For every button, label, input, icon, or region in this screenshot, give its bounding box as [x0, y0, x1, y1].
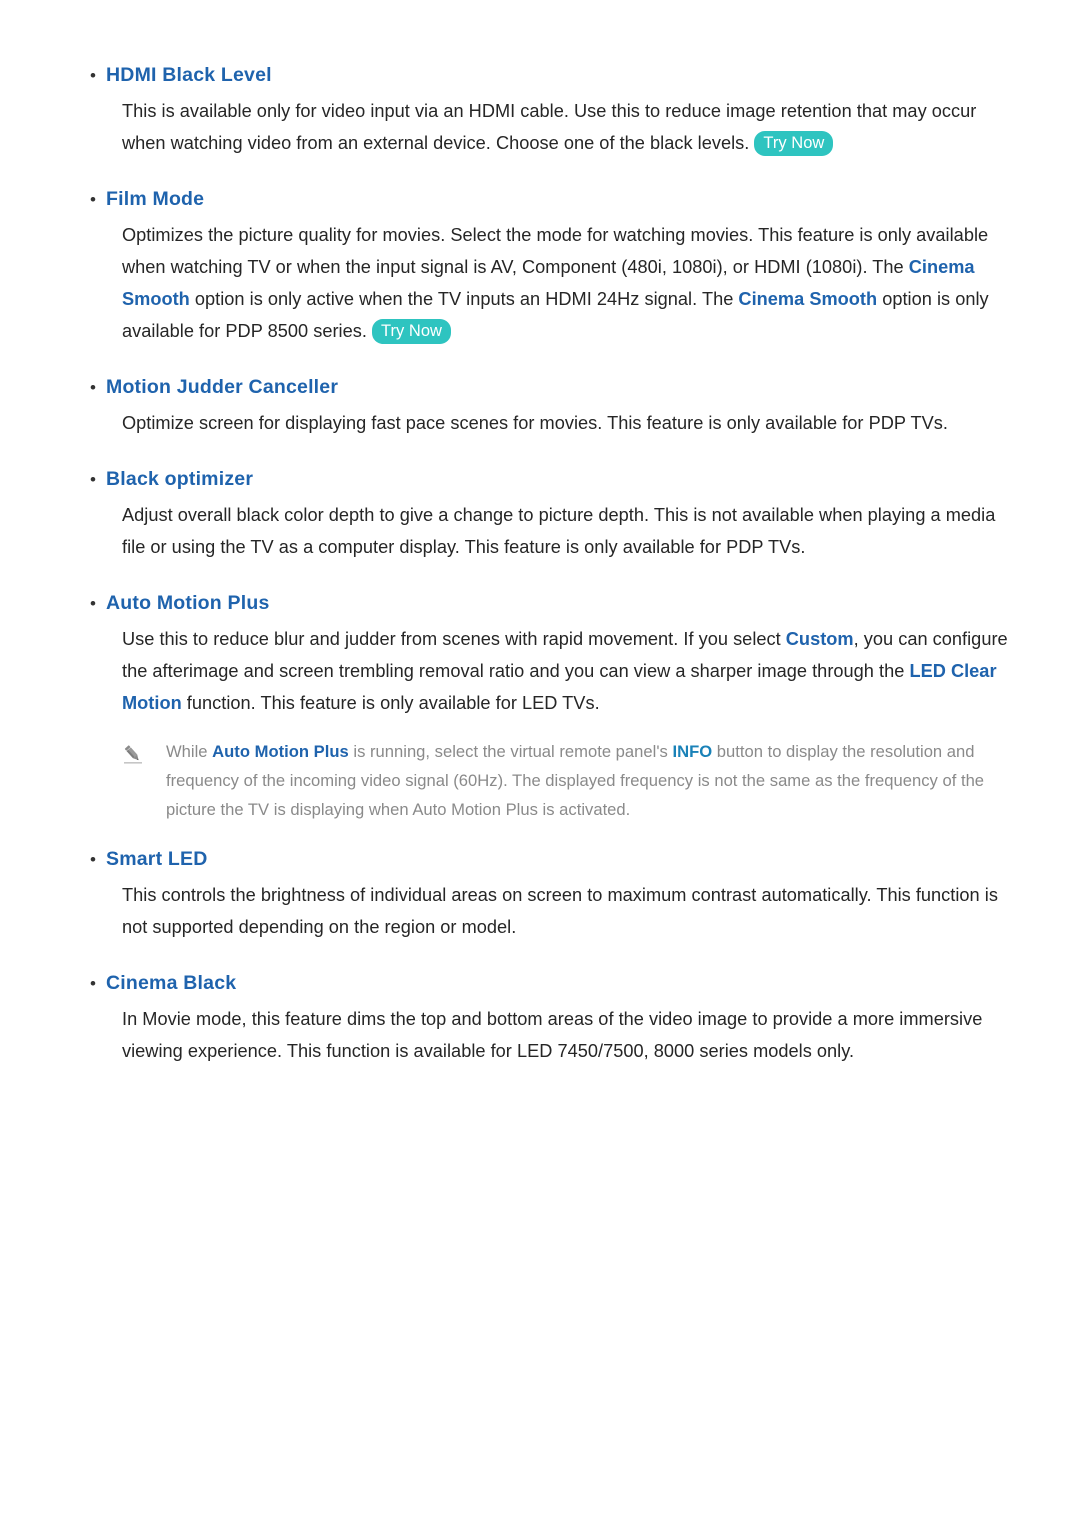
heading-row: • Cinema Black	[88, 970, 1022, 997]
try-now-badge[interactable]: Try Now	[372, 319, 451, 344]
bullet-icon: •	[90, 190, 96, 209]
heading-row: • Motion Judder Canceller	[88, 374, 1022, 401]
section-body: Use this to reduce blur and judder from …	[88, 623, 1022, 719]
page-content: • HDMI Black Level This is available onl…	[0, 0, 1080, 1067]
inline-term-custom[interactable]: Custom	[786, 629, 854, 649]
note-callout: While Auto Motion Plus is running, selec…	[88, 737, 1022, 824]
heading-row: • HDMI Black Level	[88, 62, 1022, 89]
bullet-icon: •	[90, 974, 96, 993]
section-body: Optimize screen for displaying fast pace…	[122, 413, 948, 433]
section-heading: Auto Motion Plus	[106, 592, 270, 614]
section-body: This is available only for video input v…	[88, 95, 1022, 159]
bullet-icon: •	[90, 594, 96, 613]
body-text-run: option is only active when the TV inputs…	[189, 289, 739, 309]
section-body: Optimizes the picture quality for movies…	[88, 219, 1022, 347]
heading-row: • Black optimizer	[88, 466, 1022, 493]
section-heading: Motion Judder Canceller	[106, 376, 339, 398]
section-body: This controls the brightness of individu…	[122, 885, 998, 937]
body-text-run: function. This feature is only available…	[181, 693, 600, 713]
inline-term-auto-motion-plus[interactable]: Auto Motion Plus	[212, 742, 349, 761]
bullet-icon: •	[90, 470, 96, 489]
section-heading: Film Mode	[106, 188, 205, 210]
bullet-icon: •	[90, 850, 96, 869]
body-text-run: Optimizes the picture quality for movies…	[122, 225, 989, 277]
section-smart-led: • Smart LED This controls the brightness…	[88, 846, 1022, 943]
section-auto-motion-plus: • Auto Motion Plus Use this to reduce bl…	[88, 590, 1022, 824]
heading-row: • Auto Motion Plus	[88, 590, 1022, 617]
bullet-icon: •	[90, 378, 96, 397]
section-body: In Movie mode, this feature dims the top…	[122, 1009, 983, 1061]
section-cinema-black: • Cinema Black In Movie mode, this featu…	[88, 970, 1022, 1067]
section-hdmi-black-level: • HDMI Black Level This is available onl…	[88, 62, 1022, 159]
heading-row: • Smart LED	[88, 846, 1022, 873]
try-now-badge[interactable]: Try Now	[754, 131, 834, 156]
section-film-mode: • Film Mode Optimizes the picture qualit…	[88, 186, 1022, 347]
document-page: • HDMI Black Level This is available onl…	[0, 0, 1080, 1527]
note-text-run: While	[166, 742, 213, 761]
section-heading: Cinema Black	[106, 972, 237, 994]
section-motion-judder-canceller: • Motion Judder Canceller Optimize scree…	[88, 374, 1022, 439]
inline-term-cinema-smooth[interactable]: Cinema Smooth	[738, 289, 877, 309]
section-black-optimizer: • Black optimizer Adjust overall black c…	[88, 466, 1022, 563]
body-text-run: This is available only for video input v…	[122, 101, 977, 153]
note-text-run: is running, select the virtual remote pa…	[348, 742, 673, 761]
bullet-icon: •	[90, 66, 96, 85]
section-heading: Smart LED	[106, 848, 208, 870]
inline-term-info[interactable]: INFO	[672, 742, 712, 761]
note-text: While Auto Motion Plus is running, selec…	[166, 737, 1022, 824]
heading-row: • Film Mode	[88, 186, 1022, 213]
section-body: Adjust overall black color depth to give…	[122, 505, 996, 557]
pencil-icon	[122, 737, 166, 770]
body-text-run: Use this to reduce blur and judder from …	[122, 629, 786, 649]
section-heading: Black optimizer	[106, 468, 254, 490]
section-heading: HDMI Black Level	[106, 64, 272, 86]
